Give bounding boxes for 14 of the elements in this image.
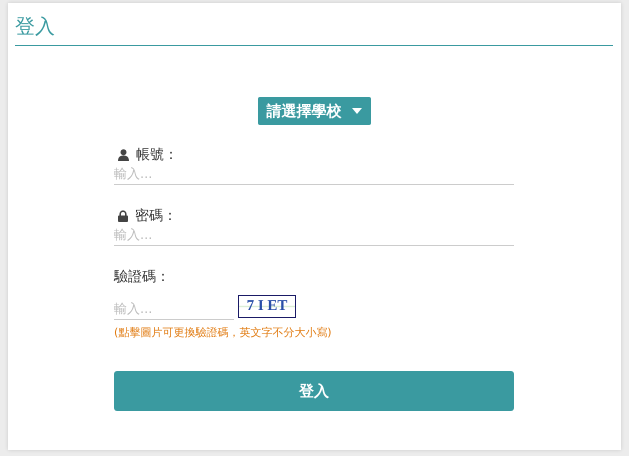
page-title: 登入 [15, 13, 613, 46]
lock-icon [118, 210, 128, 222]
user-icon [118, 149, 129, 161]
password-field[interactable]: 輸入... [114, 226, 514, 246]
account-field[interactable]: 輸入... [114, 165, 514, 185]
caret-icon [352, 108, 362, 114]
login-button[interactable]: 登入 [114, 371, 514, 411]
captcha-field[interactable]: 輸入... [114, 300, 234, 320]
field-label: 密碼： [135, 207, 177, 225]
captcha-hint: (點擊圖片可更換驗證碼，英文字不分大小寫) [114, 325, 333, 340]
field-label: 帳號： [136, 146, 178, 164]
school-dropdown[interactable]: 請選擇學校 [258, 97, 370, 125]
captcha-image[interactable]: 7 I ET [238, 295, 296, 318]
field-label: 驗證碼： [114, 268, 170, 286]
